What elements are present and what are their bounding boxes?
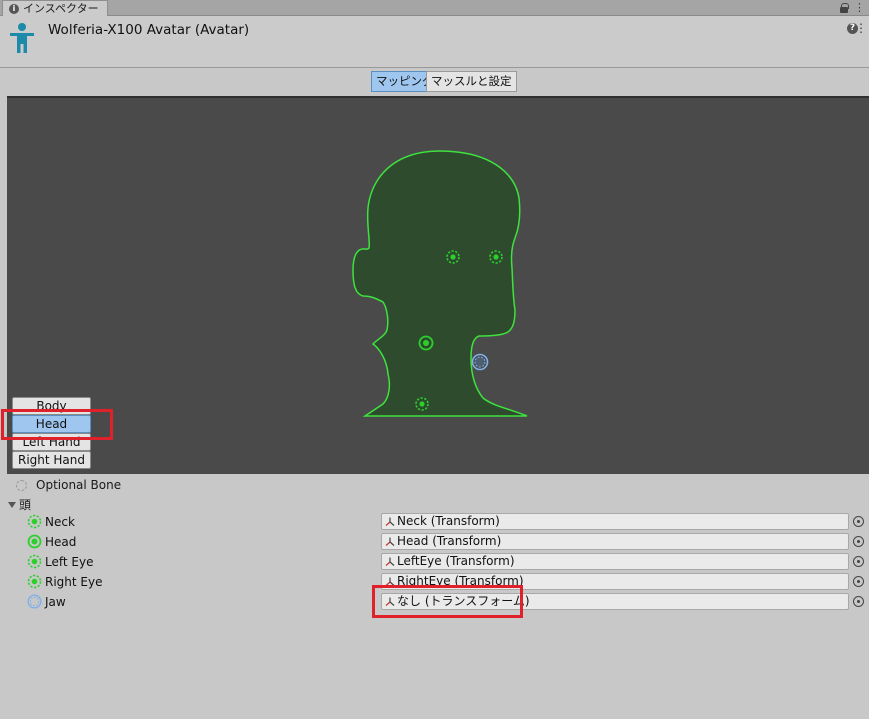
unassigned-bone-icon <box>27 594 42 609</box>
bone-mapping-panel: Optional Bone 頭 Neck Neck (Transform) He… <box>0 474 869 719</box>
left-eye-bone-icon[interactable] <box>444 248 462 266</box>
head-silhouette <box>352 150 528 417</box>
transform-field-neck[interactable]: Neck (Transform) <box>381 513 849 530</box>
object-picker-icon[interactable] <box>853 516 864 527</box>
tab-muscles-settings[interactable]: マッスルと設定 <box>426 71 517 92</box>
transform-value: Head (Transform) <box>397 534 502 548</box>
object-picker-icon[interactable] <box>853 576 864 587</box>
optional-bone-legend: Optional Bone <box>16 478 121 492</box>
bone-row-head: Head Head (Transform) <box>0 533 869 553</box>
avatar-head-view <box>7 96 869 474</box>
optional-bone-icon <box>27 514 42 529</box>
tab-inspector-label: インスペクター <box>23 2 99 15</box>
neck-bone-icon[interactable] <box>413 395 431 413</box>
object-picker-icon[interactable] <box>853 596 864 607</box>
highlight-box-jaw <box>372 585 523 618</box>
optional-bone-icon <box>27 574 42 589</box>
jaw-bone-icon[interactable] <box>470 352 490 372</box>
info-icon: i <box>9 3 19 14</box>
transform-field-left-eye[interactable]: LeftEye (Transform) <box>381 553 849 570</box>
head-bone-icon[interactable] <box>417 334 435 352</box>
bone-label: Neck <box>45 515 75 529</box>
foldout-triangle-icon <box>8 501 16 508</box>
transform-icon <box>385 537 395 546</box>
right-eye-bone-icon[interactable] <box>487 248 505 266</box>
page-title: Wolferia-X100 Avatar (Avatar) <box>48 22 250 38</box>
highlight-box-head <box>1 409 113 440</box>
tab-inspector[interactable]: i インスペクター <box>2 0 108 16</box>
tab-menu-icon[interactable]: ⋮ <box>854 1 865 14</box>
required-bone-icon <box>27 534 42 549</box>
bone-row-left-eye: Left Eye LeftEye (Transform) <box>0 553 869 573</box>
object-picker-icon[interactable] <box>853 536 864 547</box>
transform-value: LeftEye (Transform) <box>397 554 515 568</box>
optional-bone-label: Optional Bone <box>36 478 122 492</box>
optional-bone-icon <box>16 479 27 491</box>
section-label: 頭 <box>19 498 32 512</box>
section-header-head[interactable]: 頭 <box>8 496 31 513</box>
transform-icon <box>385 517 395 526</box>
body-part-right-hand-button[interactable]: Right Hand <box>12 451 91 469</box>
object-picker-icon[interactable] <box>853 556 864 567</box>
mapping-toolbar: マッピング マッスルと設定 <box>0 68 869 96</box>
bone-label: Right Eye <box>45 575 103 589</box>
bone-label: Left Eye <box>45 555 94 569</box>
optional-bone-icon <box>27 554 42 569</box>
bone-label: Jaw <box>45 595 66 609</box>
transform-icon <box>385 557 395 566</box>
bone-row-neck: Neck Neck (Transform) <box>0 513 869 533</box>
transform-value: Neck (Transform) <box>397 514 500 528</box>
bone-label: Head <box>45 535 77 549</box>
lock-icon[interactable] <box>840 2 849 13</box>
inspector-header: Wolferia-X100 Avatar (Avatar) ? ⋮ <box>0 16 869 68</box>
tab-controls: ⋮ <box>840 1 865 14</box>
menu-icon[interactable]: ⋮ <box>855 21 867 35</box>
transform-field-head[interactable]: Head (Transform) <box>381 533 849 550</box>
avatar-icon <box>10 23 34 53</box>
inspector-tabbar: i インスペクター ⋮ <box>0 0 869 16</box>
